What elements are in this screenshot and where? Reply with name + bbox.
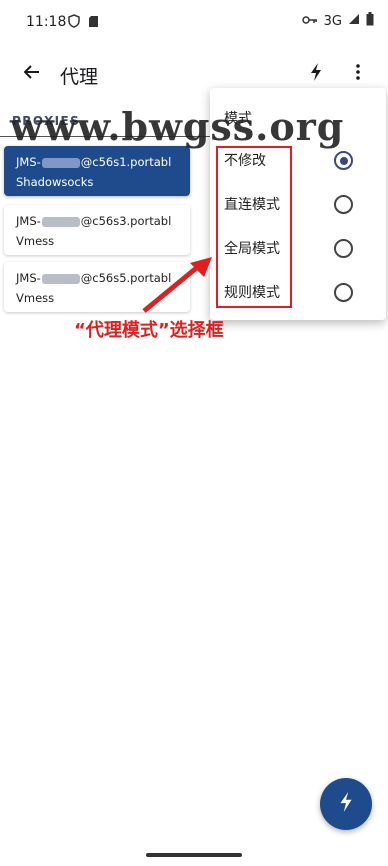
annotation-highlight-box: [216, 146, 292, 308]
more-vert-icon: [356, 64, 360, 84]
sd-card-icon: [88, 13, 99, 32]
vpn-key-icon: [301, 14, 318, 29]
bolt-icon: [339, 792, 353, 816]
start-proxy-fab[interactable]: [320, 778, 372, 830]
radio-unselected-icon[interactable]: [334, 239, 353, 258]
proxy-name: JMS- @c56s1.portabl: [16, 155, 172, 169]
test-delay-button[interactable]: [304, 60, 328, 88]
battery-icon: [366, 12, 374, 30]
annotation-arrow-icon: [142, 257, 212, 313]
redacted-name: [41, 273, 80, 284]
radio-selected-icon[interactable]: [334, 151, 353, 170]
proxy-type: Vmess: [16, 234, 55, 248]
status-time: 11:18: [26, 14, 67, 30]
proxy-type: Vmess: [16, 291, 55, 305]
proxy-card-1[interactable]: JMS- @c56s1.portabl Shadowsocks: [4, 146, 190, 196]
signal-icon: [348, 13, 360, 29]
shield-icon: [68, 13, 80, 32]
proxy-type: Shadowsocks: [16, 175, 94, 189]
gesture-nav-handle[interactable]: [146, 853, 242, 857]
proxy-name: JMS- @c56s3.portabl: [16, 214, 172, 228]
status-bar: 11:18 3G: [0, 0, 388, 44]
back-button[interactable]: [18, 60, 46, 88]
annotation-label: “代理模式”选择框: [74, 320, 224, 341]
redacted-name: [41, 157, 80, 168]
proxy-card-2[interactable]: JMS- @c56s3.portabl Vmess: [4, 205, 190, 255]
radio-unselected-icon[interactable]: [334, 195, 353, 214]
bolt-icon: [310, 63, 322, 85]
redacted-name: [41, 216, 80, 227]
page-title: 代理: [60, 66, 99, 88]
more-options-button[interactable]: [348, 60, 368, 88]
radio-unselected-icon[interactable]: [334, 283, 353, 302]
watermark: www.bwgss.org: [10, 104, 345, 149]
back-arrow-icon: [23, 64, 40, 84]
network-type: 3G: [323, 13, 342, 29]
